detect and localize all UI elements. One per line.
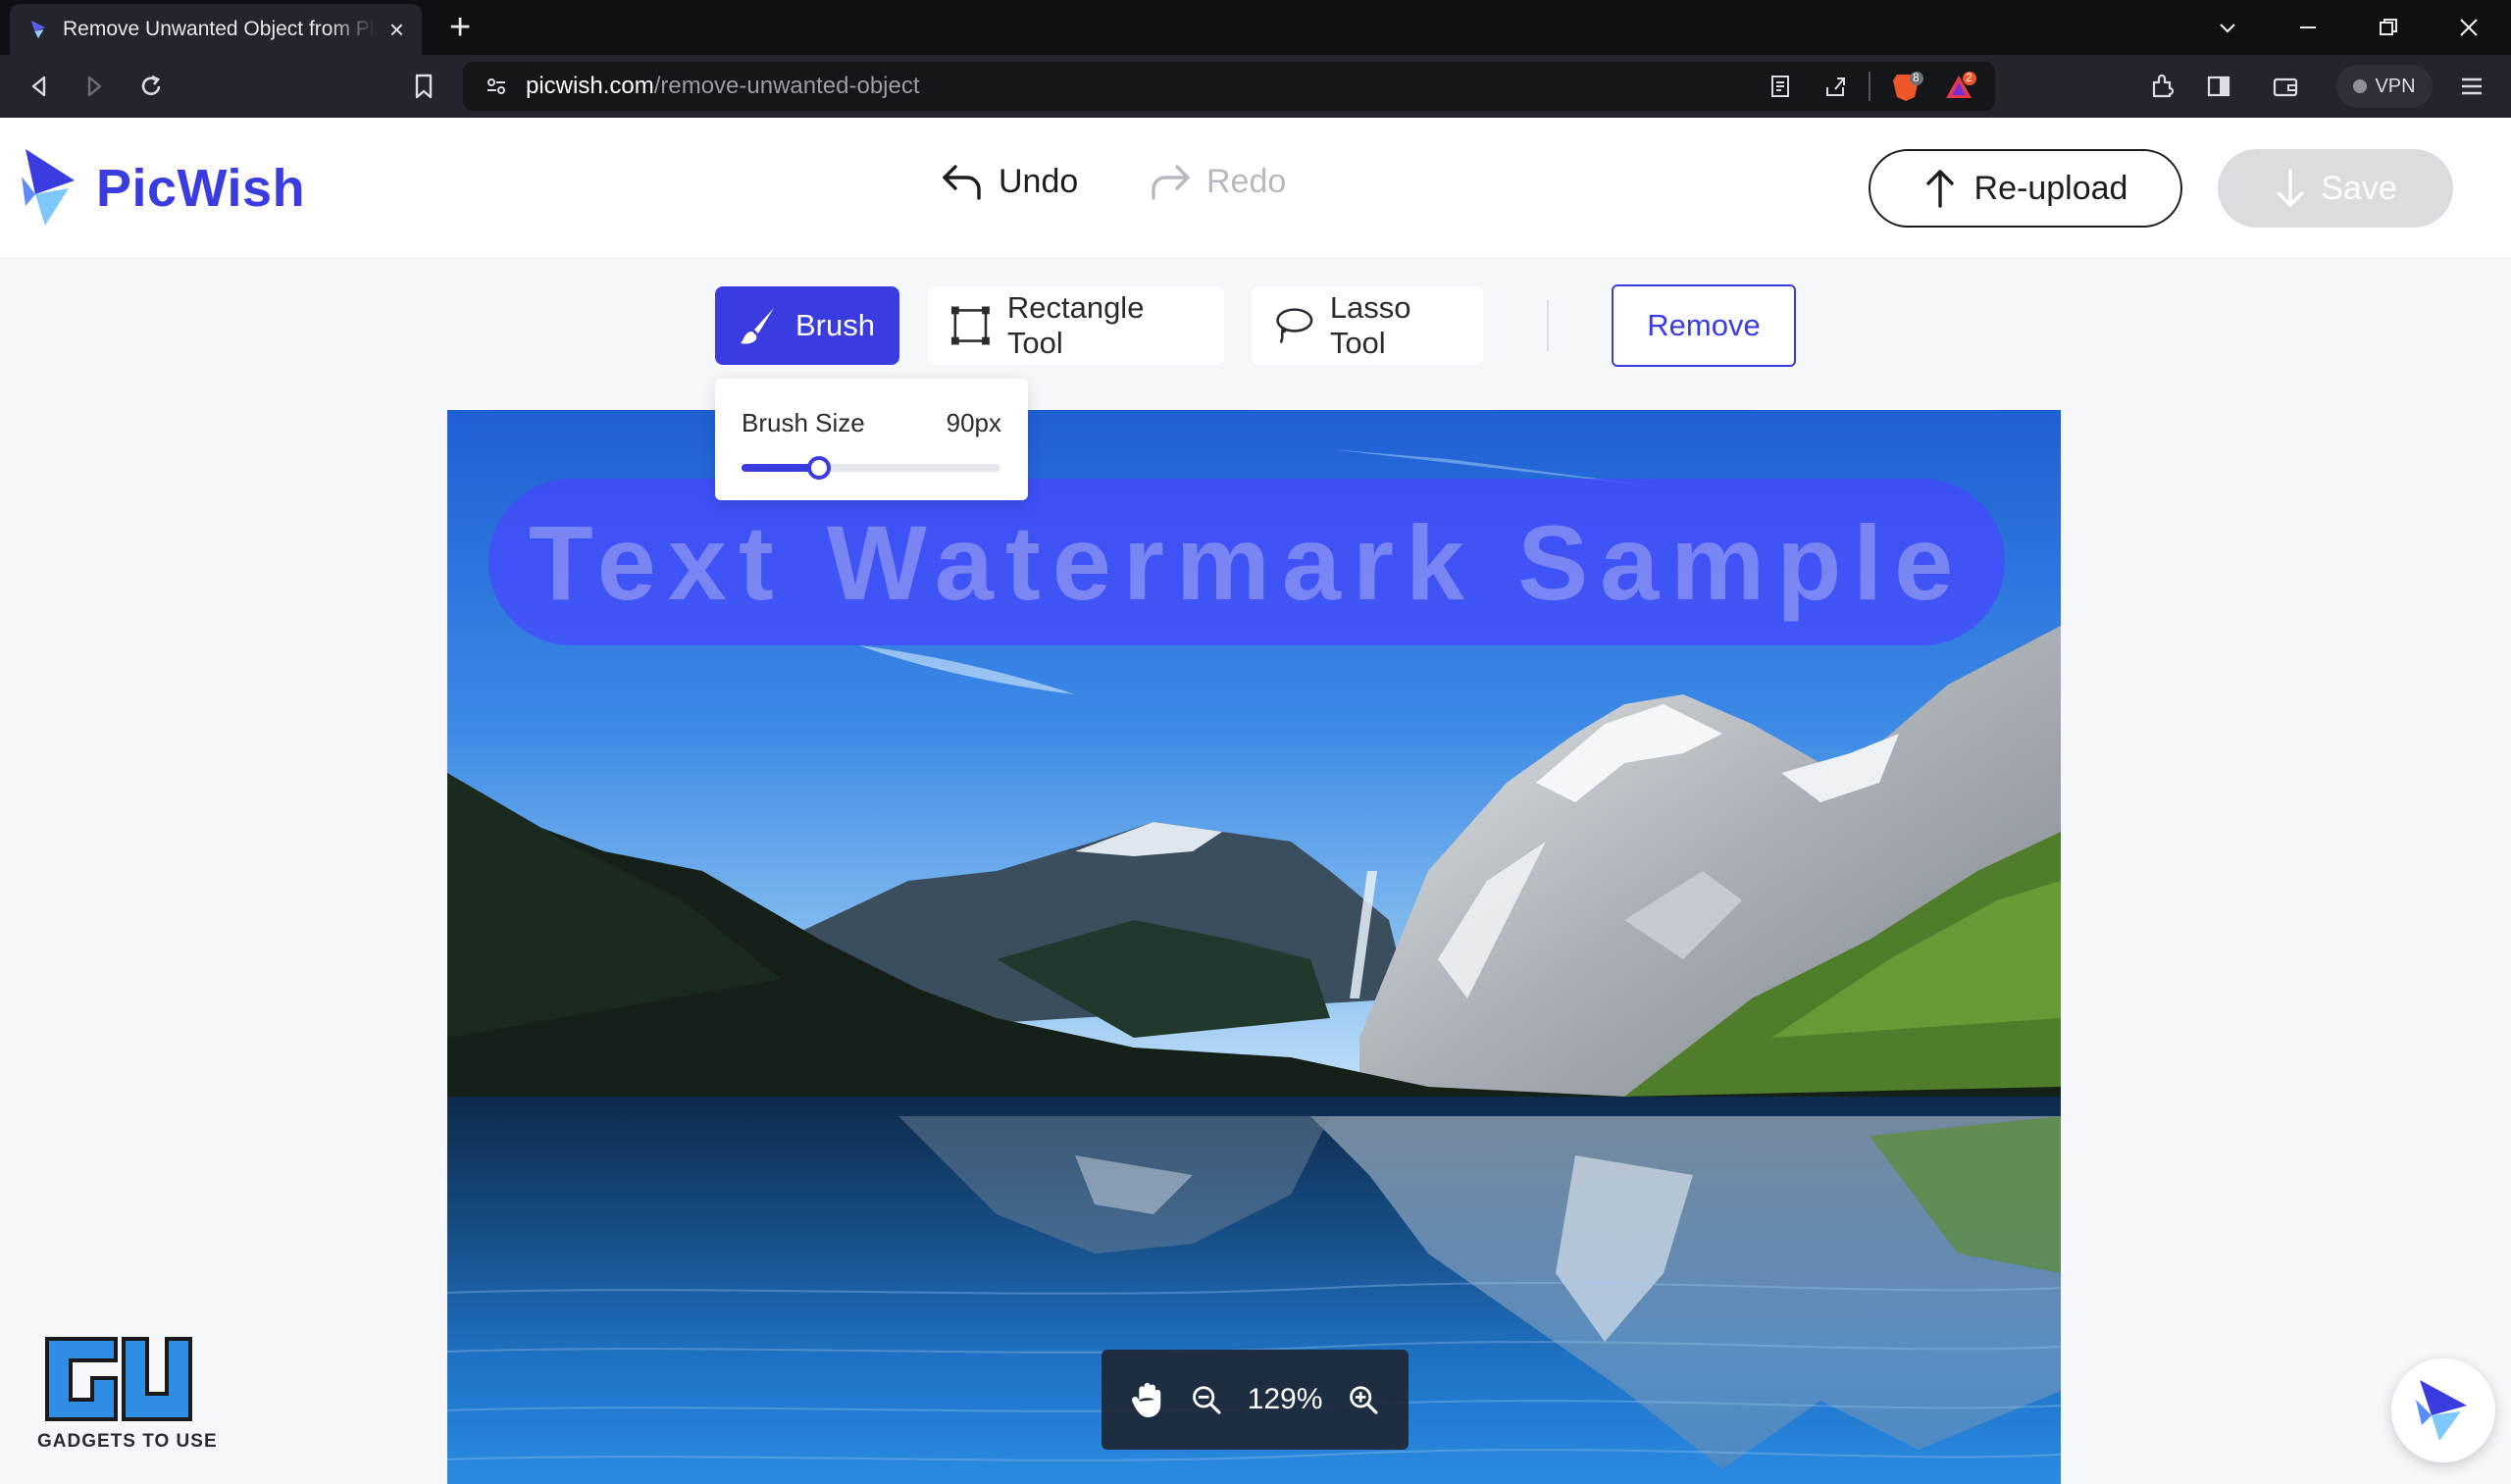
menu-icon[interactable] — [2454, 69, 2489, 104]
zoom-controls: 129% — [1102, 1350, 1409, 1450]
tab-close-icon[interactable]: × — [389, 17, 404, 42]
download-arrow-icon — [2277, 169, 2304, 207]
picwish-logo[interactable]: PicWish — [20, 147, 305, 230]
browser-tab-bar: Remove Unwanted Object from Photo × + — [0, 0, 2511, 55]
new-tab-button[interactable]: + — [449, 8, 471, 47]
restore-icon[interactable] — [2348, 0, 2429, 55]
vpn-status-icon — [2353, 79, 2368, 93]
undo-button[interactable]: Undo — [940, 161, 1078, 202]
vpn-button[interactable]: VPN — [2336, 65, 2433, 108]
browser-tab[interactable]: Remove Unwanted Object from Photo × — [10, 4, 422, 55]
vpn-label: VPN — [2375, 75, 2416, 97]
gtu-caption: GADGETS TO USE — [37, 1431, 218, 1452]
zoom-out-icon[interactable] — [1191, 1382, 1222, 1417]
hand-icon[interactable] — [1131, 1378, 1165, 1421]
remove-button[interactable]: Remove — [1612, 284, 1796, 367]
tools-divider — [1547, 300, 1549, 351]
remove-label: Remove — [1647, 308, 1761, 342]
lasso-tool-label: Lasso Tool — [1329, 290, 1411, 360]
lasso-icon — [1276, 308, 1313, 343]
picwish-assistant-icon — [2416, 1380, 2467, 1441]
picwish-assistant-button[interactable] — [2391, 1358, 2495, 1462]
forward-icon[interactable] — [77, 69, 112, 104]
shields-count-badge: 8 — [1913, 71, 1920, 84]
app-header: PicWish Undo Redo Re-upload Save — [0, 118, 2511, 259]
close-window-icon[interactable] — [2429, 0, 2509, 55]
brand-name: PicWish — [96, 159, 306, 218]
rectangle-tool-label: Rectangle Tool — [1006, 290, 1145, 360]
brush-size-label: Brush Size — [742, 408, 865, 437]
undo-label: Undo — [999, 162, 1079, 200]
share-icon[interactable] — [1823, 74, 1849, 99]
undo-arrow-icon — [943, 165, 981, 200]
reload-icon[interactable] — [133, 69, 169, 104]
address-bar[interactable]: picwish.com/remove-unwanted-object 8 2 — [463, 62, 1995, 111]
zoom-percentage: 129% — [1247, 1383, 1323, 1415]
lasso-tool-button[interactable]: Lasso Tool — [1252, 286, 1483, 365]
reupload-button[interactable]: Re-upload — [1869, 149, 2182, 228]
save-label: Save — [2321, 169, 2397, 207]
redo-arrow-icon — [1152, 165, 1190, 200]
rectangle-select-icon — [950, 306, 990, 345]
picwish-logo-icon — [22, 149, 75, 226]
zoom-in-icon[interactable] — [1348, 1382, 1379, 1417]
brush-size-popover: Brush Size 90px — [715, 379, 1028, 500]
image-canvas[interactable]: Text Watermark Sample 129% — [447, 410, 2061, 1484]
brush-size-slider-handle[interactable] — [807, 456, 832, 480]
back-icon[interactable] — [22, 69, 57, 104]
minimize-icon[interactable] — [2268, 0, 2348, 55]
gtu-logo-icon — [45, 1337, 192, 1421]
wallet-icon[interactable] — [2268, 69, 2303, 104]
tab-title: Remove Unwanted Object from Photo — [63, 18, 376, 40]
brush-tool-button[interactable]: Brush — [715, 286, 899, 365]
redo-label: Redo — [1206, 162, 1287, 200]
brush-size-slider[interactable] — [742, 456, 1000, 480]
brush-mask-stroke: Text Watermark Sample — [488, 479, 2005, 645]
reader-mode-icon[interactable] — [1768, 74, 1793, 99]
extensions-icon[interactable] — [2144, 69, 2179, 104]
rewards-count-badge: 2 — [1966, 71, 1973, 84]
browser-toolbar: picwish.com/remove-unwanted-object 8 2 V… — [0, 55, 2511, 118]
rectangle-tool-button[interactable]: Rectangle Tool — [928, 286, 1224, 365]
site-settings-icon[interactable] — [485, 75, 508, 98]
bookmark-icon[interactable] — [406, 69, 441, 104]
brush-size-value: 90px — [946, 408, 1001, 437]
reupload-label: Re-upload — [1973, 169, 2128, 207]
brush-icon — [741, 308, 774, 344]
url-text: picwish.com/remove-unwanted-object — [526, 73, 920, 99]
picwish-favicon-icon — [30, 20, 46, 39]
address-bar-divider — [1869, 72, 1870, 101]
redo-button[interactable]: Redo — [1148, 161, 1286, 202]
tab-list-chevron-icon[interactable] — [2187, 0, 2268, 55]
save-button[interactable]: Save — [2218, 149, 2453, 228]
sidebar-icon[interactable] — [2201, 69, 2236, 104]
watermark-text: Text Watermark Sample — [528, 502, 1966, 622]
gadgets-to-use-watermark: GADGETS TO USE — [37, 1329, 217, 1452]
upload-arrow-icon — [1925, 170, 1954, 208]
brush-label: Brush — [795, 308, 875, 342]
